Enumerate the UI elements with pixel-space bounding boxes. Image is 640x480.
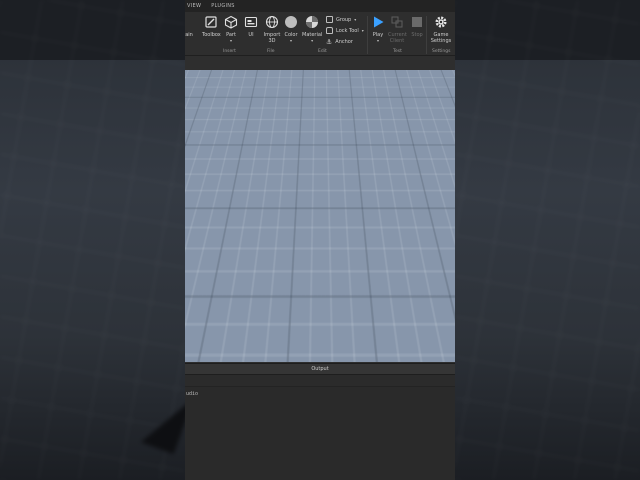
sun-symbol-icon [240,278,378,362]
sun-decal-part[interactable] [240,278,378,362]
output-panel-title: Output [311,366,328,372]
selected-part[interactable] [305,199,354,225]
globe-import-icon [265,15,279,29]
group-icon [326,16,333,23]
section-label-settings: Settings [432,49,450,54]
section-label-test: Test [393,49,402,54]
output-panel-header: Output [185,363,455,375]
ribbon-toolbar: rain Toolbox Part ▾ UI Import 3D [185,12,455,56]
import3d-button[interactable]: Import 3D [263,15,281,44]
lock-tool-button[interactable]: Lock Tool ▾ [326,27,364,34]
material-sphere-icon [305,15,319,29]
part-dropdown-icon[interactable]: ▾ [230,38,232,43]
lock-icon [326,27,333,34]
menu-bar: VIEW PLUGINS [185,0,455,12]
anchor-icon: ⚓ [326,38,332,46]
color-dropdown-icon[interactable]: ▾ [290,38,292,43]
current-client-button[interactable]: Current Client [388,15,406,44]
part-button[interactable]: Part ▾ [224,15,238,43]
section-label-edit: Edit [318,49,327,54]
client-switch-icon [390,15,404,29]
toolbox-icon [204,15,218,29]
output-panel: udio [185,387,455,480]
color-swatch-icon [284,15,298,29]
play-button[interactable]: Play ▾ [371,15,385,43]
gear-icon [434,15,448,29]
anchor-button[interactable]: ⚓ Anchor [326,38,353,46]
output-filter-bar [185,375,455,387]
material-dropdown-icon[interactable]: ▾ [311,38,313,43]
group-button[interactable]: Group ▾ [326,16,356,23]
play-dropdown-icon[interactable]: ▾ [377,38,379,43]
play-icon [371,15,385,29]
ribbon-separator [426,16,427,54]
section-label-insert: Insert [223,49,236,54]
section-label-file: File [267,49,275,54]
output-log-line: udio [186,391,198,397]
letterbox-left [0,0,185,480]
tool-partial[interactable]: rain [185,15,195,38]
cube-icon [224,15,238,29]
ribbon-separator [367,16,368,54]
3d-viewport[interactable] [185,70,455,362]
partial-icon [185,15,195,29]
ui-button[interactable]: UI [244,15,258,38]
material-button[interactable]: Material ▾ [302,15,322,43]
stop-button[interactable]: Stop [410,15,424,38]
color-button[interactable]: Color ▾ [284,15,298,43]
game-settings-button[interactable]: Game Settings [430,15,452,44]
menu-item-plugins[interactable]: PLUGINS [211,3,235,9]
letterbox-right [455,0,640,480]
menu-item-view[interactable]: VIEW [187,3,201,9]
studio-window: VIEW PLUGINS rain Toolbox Part ▾ UI [185,0,455,480]
toolbox-button[interactable]: Toolbox [202,15,221,38]
group-dropdown-icon[interactable]: ▾ [354,17,356,22]
lock-dropdown-icon[interactable]: ▾ [362,28,364,33]
stop-icon [410,15,424,29]
ui-frame-icon [244,15,258,29]
